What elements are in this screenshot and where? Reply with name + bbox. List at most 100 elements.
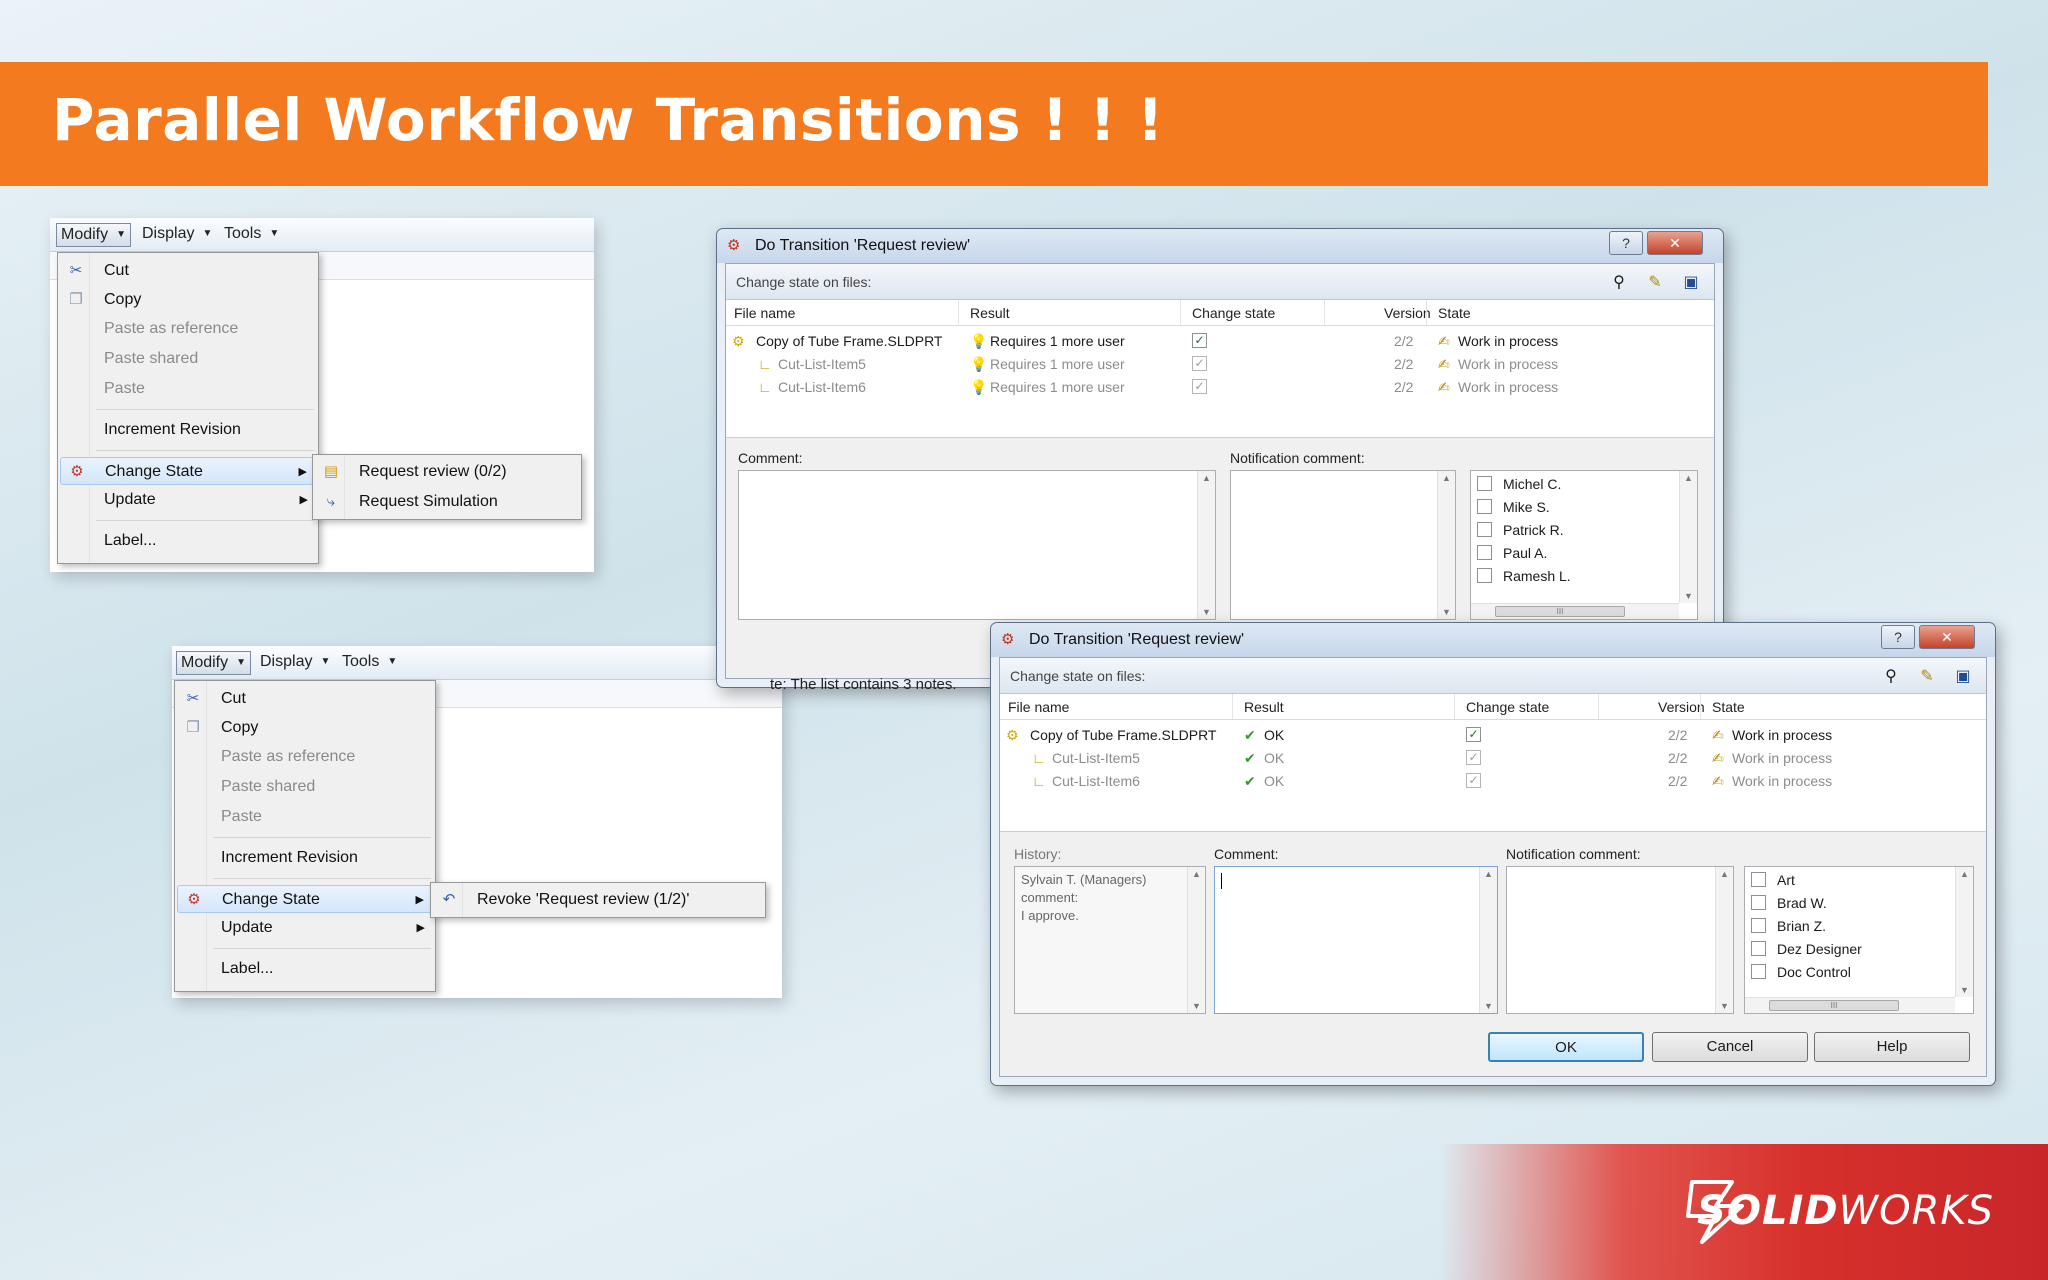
col-file-name[interactable]: File name [734, 305, 795, 321]
checkbox[interactable] [1751, 918, 1766, 933]
col-state[interactable]: State [1712, 699, 1745, 715]
help-button[interactable]: ? [1881, 625, 1915, 649]
menu-display[interactable]: Display ▼ [256, 651, 334, 675]
scroll-thumb[interactable]: III [1769, 1000, 1899, 1011]
menu-tools[interactable]: Tools ▼ [338, 651, 401, 675]
scroll-thumb[interactable]: III [1495, 606, 1625, 617]
checkbox[interactable] [1477, 545, 1492, 560]
menu-modify[interactable]: Modify ▼ [176, 651, 252, 675]
menu-item-increment-revision[interactable]: Increment Revision [177, 844, 433, 872]
flyout-item-request-simulation[interactable]: ⤷ Request Simulation [315, 488, 579, 516]
scrollbar[interactable]: ▲ ▼ [1197, 471, 1215, 619]
menu-item-update[interactable]: Update ▶ [177, 914, 433, 942]
col-state[interactable]: State [1438, 305, 1471, 321]
save-icon[interactable]: ▣ [1680, 272, 1702, 294]
menu-item-label[interactable]: Label... [60, 527, 316, 555]
edit-icon[interactable]: ✎ [1644, 272, 1666, 294]
change-state-checkbox[interactable]: ✓ [1466, 773, 1481, 788]
menu-item-change-state[interactable]: ⚙ Change State ▶ [60, 457, 316, 485]
menu-item-cut[interactable]: ✂ Cut [177, 685, 433, 713]
user-checkbox-item[interactable]: Brad W. [1751, 892, 1827, 914]
table-row[interactable]: ∟ Cut-List-Item5 ✔ OK ✓ 2/2 ✍ Work in pr… [1000, 747, 1986, 770]
col-result[interactable]: Result [1244, 699, 1284, 715]
menu-display[interactable]: Display ▼ [138, 223, 216, 247]
menu-item-paste[interactable]: Paste [177, 803, 433, 831]
filter-icon[interactable]: ⚲ [1608, 272, 1630, 294]
menu-item-label[interactable]: Label... [177, 955, 433, 983]
save-icon[interactable]: ▣ [1952, 666, 1974, 688]
change-state-checkbox[interactable]: ✓ [1192, 356, 1207, 371]
help-dialog-button[interactable]: Help [1814, 1032, 1970, 1062]
col-version[interactable]: Version [1658, 699, 1705, 715]
user-checkbox-item[interactable]: Dez Designer [1751, 938, 1862, 960]
notify-users-list[interactable]: Art Brad W. Brian Z. Dez Designer Doc Co… [1744, 866, 1974, 1014]
checkbox[interactable] [1477, 568, 1492, 583]
user-checkbox-item[interactable]: Ramesh L. [1477, 565, 1571, 587]
cancel-button[interactable]: Cancel [1652, 1032, 1808, 1062]
scrollbar[interactable]: ▲ ▼ [1437, 471, 1455, 619]
change-state-checkbox[interactable]: ✓ [1192, 379, 1207, 394]
filter-icon[interactable]: ⚲ [1880, 666, 1902, 688]
menu-item-paste-as-reference[interactable]: Paste as reference [60, 315, 316, 343]
ok-button[interactable]: OK [1488, 1032, 1644, 1062]
user-checkbox-item[interactable]: Mike S. [1477, 496, 1550, 518]
user-checkbox-item[interactable]: Brian Z. [1751, 915, 1826, 937]
table-row[interactable]: ∟ Cut-List-Item5 💡 Requires 1 more user … [726, 353, 1714, 376]
scrollbar[interactable]: ▲ ▼ [1479, 867, 1497, 1013]
col-file-name[interactable]: File name [1008, 699, 1069, 715]
checkbox[interactable] [1751, 895, 1766, 910]
comment-field[interactable]: ▲ ▼ [1214, 866, 1498, 1014]
notification-comment-field[interactable]: ▲ ▼ [1506, 866, 1734, 1014]
user-checkbox-item[interactable]: Art [1751, 869, 1795, 891]
comment-field[interactable]: ▲ ▼ [738, 470, 1216, 620]
change-state-checkbox[interactable]: ✓ [1192, 333, 1207, 348]
col-result[interactable]: Result [970, 305, 1010, 321]
menu-item-paste[interactable]: Paste [60, 375, 316, 403]
history-field[interactable]: Sylvain T. (Managers) comment: I approve… [1014, 866, 1206, 1014]
table-row[interactable]: ⚙ Copy of Tube Frame.SLDPRT 💡 Requires 1… [726, 330, 1714, 353]
checkbox[interactable] [1477, 476, 1492, 491]
col-change-state[interactable]: Change state [1466, 699, 1549, 715]
checkbox[interactable] [1751, 941, 1766, 956]
col-change-state[interactable]: Change state [1192, 305, 1275, 321]
edit-icon[interactable]: ✎ [1916, 666, 1938, 688]
scrollbar[interactable]: ▲ ▼ [1187, 867, 1205, 1013]
scrollbar[interactable]: ▲ ▼ [1715, 867, 1733, 1013]
user-checkbox-item[interactable]: Doc Control [1751, 961, 1851, 983]
col-version[interactable]: Version [1384, 305, 1431, 321]
menu-item-cut[interactable]: ✂ Cut [60, 257, 316, 285]
checkbox[interactable] [1477, 522, 1492, 537]
scrollbar[interactable]: ▲ ▼ [1955, 867, 1973, 997]
change-state-checkbox[interactable]: ✓ [1466, 727, 1481, 742]
checkbox[interactable] [1751, 872, 1766, 887]
close-button[interactable]: ✕ [1647, 231, 1703, 255]
flyout-item-request-review[interactable]: ▤ Request review (0/2) [315, 458, 579, 486]
menu-item-change-state[interactable]: ⚙ Change State ▶ [177, 885, 433, 913]
user-checkbox-item[interactable]: Paul A. [1477, 542, 1547, 564]
notify-users-list[interactable]: Michel C. Mike S. Patrick R. Paul A. Ram… [1470, 470, 1698, 620]
menu-modify[interactable]: Modify ▼ [56, 223, 132, 247]
menu-item-update[interactable]: Update ▶ [60, 486, 316, 514]
checkbox[interactable] [1751, 964, 1766, 979]
flyout-item-revoke-request-review[interactable]: ↶ Revoke 'Request review (1/2)' [433, 886, 763, 914]
menu-item-copy[interactable]: ❐ Copy [60, 286, 316, 314]
table-row[interactable]: ∟ Cut-List-Item6 ✔ OK ✓ 2/2 ✍ Work in pr… [1000, 770, 1986, 793]
horizontal-scrollbar[interactable]: III [1745, 997, 1955, 1013]
scrollbar[interactable]: ▲ ▼ [1679, 471, 1697, 603]
menu-item-paste-as-reference[interactable]: Paste as reference [177, 743, 433, 771]
notification-comment-field[interactable]: ▲ ▼ [1230, 470, 1456, 620]
checkbox[interactable] [1477, 499, 1492, 514]
close-button[interactable]: ✕ [1919, 625, 1975, 649]
menu-item-paste-shared[interactable]: Paste shared [177, 773, 433, 801]
menu-tools[interactable]: Tools ▼ [220, 223, 283, 247]
user-checkbox-item[interactable]: Michel C. [1477, 473, 1561, 495]
menu-item-paste-shared[interactable]: Paste shared [60, 345, 316, 373]
menu-item-copy[interactable]: ❐ Copy [177, 714, 433, 742]
change-state-checkbox[interactable]: ✓ [1466, 750, 1481, 765]
menu-item-increment-revision[interactable]: Increment Revision [60, 416, 316, 444]
help-button[interactable]: ? [1609, 231, 1643, 255]
user-checkbox-item[interactable]: Patrick R. [1477, 519, 1564, 541]
horizontal-scrollbar[interactable]: III [1471, 603, 1679, 619]
table-row[interactable]: ∟ Cut-List-Item6 💡 Requires 1 more user … [726, 376, 1714, 399]
table-row[interactable]: ⚙ Copy of Tube Frame.SLDPRT ✔ OK ✓ 2/2 ✍… [1000, 724, 1986, 747]
